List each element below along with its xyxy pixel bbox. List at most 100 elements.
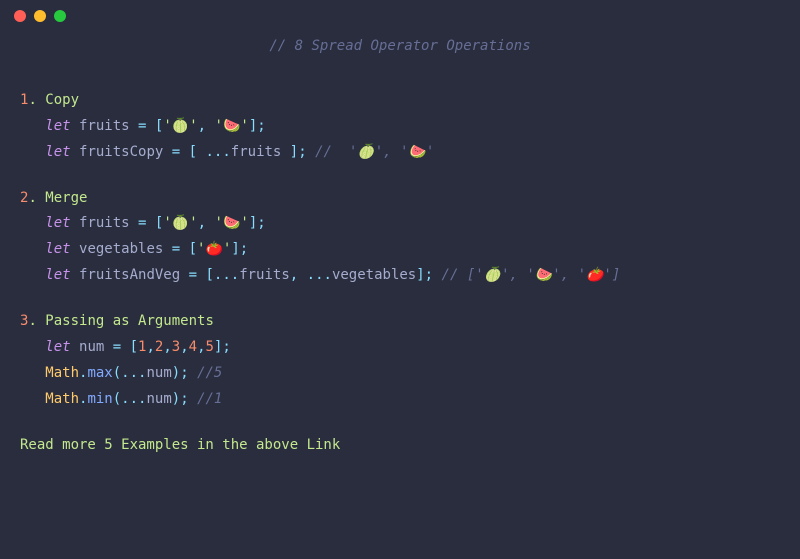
operator: = bbox=[163, 241, 188, 257]
semicolon: ; bbox=[257, 118, 265, 134]
bracket: [ bbox=[189, 241, 197, 257]
keyword-let: let bbox=[45, 241, 70, 257]
number: 4 bbox=[189, 339, 197, 355]
code-line: let fruitsAndVeg = [...fruits, ...vegeta… bbox=[20, 263, 780, 289]
quote: ' bbox=[189, 118, 197, 134]
comment-body: '🍈', '🍉' bbox=[340, 144, 434, 160]
paren: ) bbox=[172, 365, 180, 381]
code-line: let fruitsCopy = [ ...fruits ]; // '🍈', … bbox=[20, 140, 780, 166]
emoji-melon: 🍈 bbox=[172, 118, 189, 134]
code-line: let fruits = ['🍈', '🍉']; bbox=[20, 114, 780, 140]
bracket: ] bbox=[416, 267, 424, 283]
semicolon: ; bbox=[240, 241, 248, 257]
bracket: ] bbox=[290, 144, 298, 160]
comma: , bbox=[197, 339, 205, 355]
identifier: num bbox=[79, 339, 104, 355]
bracket: ] bbox=[249, 215, 257, 231]
comma: , bbox=[290, 267, 307, 283]
identifier: vegetables bbox=[79, 241, 163, 257]
comma: , bbox=[198, 118, 215, 134]
spread-operator: ... bbox=[121, 391, 146, 407]
semicolon: ; bbox=[222, 339, 230, 355]
bracket: [ bbox=[189, 144, 197, 160]
semicolon: ; bbox=[425, 267, 433, 283]
bracket: ] bbox=[231, 241, 239, 257]
keyword-let: let bbox=[45, 339, 70, 355]
comma: , bbox=[198, 215, 215, 231]
spread-operator: ... bbox=[214, 267, 239, 283]
bracket: [ bbox=[130, 339, 138, 355]
space bbox=[281, 144, 289, 160]
identifier: fruitsCopy bbox=[79, 144, 163, 160]
maximize-icon[interactable] bbox=[54, 10, 66, 22]
quote: ' bbox=[240, 118, 248, 134]
paren: ( bbox=[113, 391, 121, 407]
keyword-let: let bbox=[45, 267, 70, 283]
identifier: num bbox=[146, 365, 171, 381]
emoji-watermelon: 🍉 bbox=[223, 215, 240, 231]
operator: = bbox=[104, 339, 129, 355]
code-line: Math.min(...num); //1 bbox=[20, 387, 780, 413]
quote: ' bbox=[240, 215, 248, 231]
emoji-melon: 🍈 bbox=[172, 215, 189, 231]
quote: ' bbox=[163, 215, 171, 231]
comma: , bbox=[180, 339, 188, 355]
comment: //5 bbox=[197, 365, 222, 381]
operator: = bbox=[130, 215, 155, 231]
paren: ) bbox=[172, 391, 180, 407]
method-min: min bbox=[87, 391, 112, 407]
bracket: [ bbox=[205, 267, 213, 283]
number: 3 bbox=[172, 339, 180, 355]
operator: = bbox=[130, 118, 155, 134]
identifier: fruitsAndVeg bbox=[79, 267, 180, 283]
section-title-text: . Copy bbox=[28, 92, 79, 108]
code-line: let vegetables = ['🍅']; bbox=[20, 237, 780, 263]
semicolon: ; bbox=[180, 391, 188, 407]
code-line: Math.max(...num); //5 bbox=[20, 361, 780, 387]
section-arguments: 3. Passing as Arguments let num = [1,2,3… bbox=[20, 309, 780, 413]
close-icon[interactable] bbox=[14, 10, 26, 22]
section-heading: 2. Merge bbox=[20, 186, 780, 212]
identifier: fruits bbox=[231, 144, 282, 160]
section-title-text: . Passing as Arguments bbox=[28, 313, 213, 329]
comment-body: ['🍈', '🍉', '🍅'] bbox=[467, 267, 620, 283]
paren: ( bbox=[113, 365, 121, 381]
title-comment: // 8 Spread Operator Operations bbox=[20, 34, 780, 60]
spread-operator: ... bbox=[205, 144, 230, 160]
code-content: // 8 Spread Operator Operations 1. Copy … bbox=[0, 34, 800, 479]
section-copy: 1. Copy let fruits = ['🍈', '🍉']; let fru… bbox=[20, 88, 780, 166]
method-max: max bbox=[87, 365, 112, 381]
identifier: vegetables bbox=[332, 267, 416, 283]
operator: = bbox=[163, 144, 188, 160]
number: 5 bbox=[206, 339, 214, 355]
quote: ' bbox=[215, 118, 223, 134]
quote: ' bbox=[163, 118, 171, 134]
comment-prefix: // bbox=[442, 267, 467, 283]
minimize-icon[interactable] bbox=[34, 10, 46, 22]
keyword-let: let bbox=[45, 215, 70, 231]
comma: , bbox=[163, 339, 171, 355]
footer-text: Read more 5 Examples in the above Link bbox=[20, 433, 780, 459]
keyword-let: let bbox=[45, 144, 70, 160]
keyword-let: let bbox=[45, 118, 70, 134]
section-heading: 3. Passing as Arguments bbox=[20, 309, 780, 335]
semicolon: ; bbox=[180, 365, 188, 381]
identifier: num bbox=[146, 391, 171, 407]
identifier: fruits bbox=[239, 267, 290, 283]
quote: ' bbox=[189, 215, 197, 231]
code-line: let fruits = ['🍈', '🍉']; bbox=[20, 211, 780, 237]
object-math: Math bbox=[45, 391, 79, 407]
semicolon: ; bbox=[298, 144, 306, 160]
identifier: fruits bbox=[79, 215, 130, 231]
bracket: ] bbox=[249, 118, 257, 134]
operator: = bbox=[180, 267, 205, 283]
comment: //1 bbox=[197, 391, 222, 407]
code-line: let num = [1,2,3,4,5]; bbox=[20, 335, 780, 361]
section-title-text: . Merge bbox=[28, 190, 87, 206]
spread-operator: ... bbox=[121, 365, 146, 381]
comment-prefix: // bbox=[315, 144, 340, 160]
emoji-watermelon: 🍉 bbox=[223, 118, 240, 134]
comma: , bbox=[146, 339, 154, 355]
section-merge: 2. Merge let fruits = ['🍈', '🍉']; let ve… bbox=[20, 186, 780, 290]
spread-operator: ... bbox=[307, 267, 332, 283]
